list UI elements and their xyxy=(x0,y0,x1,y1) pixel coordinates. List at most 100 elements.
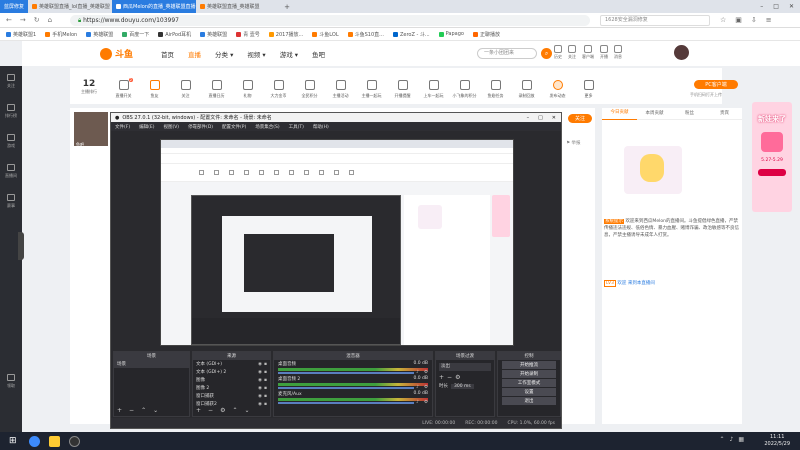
url-field[interactable]: 🔒︎ https://www.douyu.com/103997 xyxy=(70,15,590,26)
category-14[interactable]: 发布动态 xyxy=(542,79,573,99)
header-icon-1[interactable]: 关注 xyxy=(568,45,576,60)
lock-icon[interactable]: ▪ xyxy=(264,402,267,407)
tab-2[interactable]: 英雄联盟直播_英雄联盟 xyxy=(196,0,280,13)
speaker-icon[interactable]: ♪ xyxy=(416,400,419,405)
category-8[interactable]: 主播一起玩 xyxy=(356,79,387,99)
category-5[interactable]: 大力金币 xyxy=(263,79,294,99)
source-item[interactable]: 窗口捕获 ◉ ▪ xyxy=(193,392,270,400)
bookmark-item[interactable]: 英雄联盟 xyxy=(86,31,113,38)
forward-icon[interactable]: → xyxy=(20,16,26,24)
category-2[interactable]: 关注 xyxy=(170,79,201,99)
category-1[interactable]: 鱼友 xyxy=(139,79,170,99)
chat-tab-2[interactable]: 粉丝 xyxy=(672,108,707,120)
volume-slider[interactable] xyxy=(278,387,414,389)
extension-icon[interactable]: ▣ xyxy=(735,16,742,24)
eye-icon[interactable]: ◉ xyxy=(258,378,262,383)
up-icon[interactable]: ⌃ xyxy=(141,407,146,414)
nav-category[interactable]: 分类 ▾ xyxy=(215,49,233,59)
download-icon[interactable]: ⇩ xyxy=(751,16,757,24)
new-tab-button[interactable]: + xyxy=(280,0,294,13)
duration-input[interactable]: 300 ms xyxy=(451,383,474,389)
bookmark-item[interactable]: 斗鱼LOL xyxy=(312,31,339,38)
speaker-icon[interactable]: ♪ xyxy=(416,370,419,375)
eye-icon[interactable]: ◉ xyxy=(258,386,262,391)
add-icon[interactable]: + xyxy=(196,407,201,414)
windows-start-icon[interactable]: ⊞ xyxy=(9,436,20,447)
speaker-icon[interactable]: ♪ xyxy=(416,385,419,390)
refresh-icon[interactable]: ↻ xyxy=(34,16,40,24)
bookmark-item[interactable]: 正聊播放 xyxy=(472,31,500,38)
scene-item[interactable]: 场景 xyxy=(114,360,189,368)
nav-home[interactable]: 首页 xyxy=(161,49,174,59)
source-item[interactable]: 图像 ◉ ▪ xyxy=(193,376,270,384)
obs-menu-item[interactable]: 场景集合(S) xyxy=(255,124,279,130)
category-13[interactable]: 录制回放 xyxy=(511,79,542,99)
tab-0[interactable]: 英雄联盟直播_lol直播_英雄联盟 xyxy=(28,0,112,13)
close-icon[interactable]: ✕ xyxy=(552,115,556,121)
browser-logo[interactable]: 蓝屏修复 xyxy=(0,0,28,13)
browser-search-input[interactable]: 1628安全漏洞修复 xyxy=(600,15,710,26)
chat-tab-0[interactable]: 今日贡献 xyxy=(602,107,637,120)
category-10[interactable]: 上车一起玩 xyxy=(418,79,449,99)
sidebar-item-0[interactable]: 关注 xyxy=(0,66,22,96)
bookmark-item[interactable]: 英雄联盟1 xyxy=(6,31,36,38)
sidebar-collapse-handle[interactable] xyxy=(18,232,24,260)
bookmark-item[interactable]: Papago xyxy=(438,31,464,37)
category-3[interactable]: 直播日历 xyxy=(201,79,232,99)
category-4[interactable]: 礼物 xyxy=(232,79,263,99)
star-icon[interactable]: ☆ xyxy=(720,16,726,24)
category-6[interactable]: 全民积分 xyxy=(294,79,325,99)
avatar[interactable] xyxy=(674,45,689,60)
rank-widget[interactable]: 12 主播排行 xyxy=(70,79,108,95)
volume-icon[interactable]: ♪ xyxy=(729,436,733,443)
tab-1[interactable]: 西瓜Melon的直播_英雄联盟直播 xyxy=(112,0,196,13)
chevron-up-icon[interactable]: ⌃ xyxy=(719,436,724,443)
maximize-icon[interactable]: □ xyxy=(538,115,543,121)
obs-menu-item[interactable]: 编辑(E) xyxy=(139,124,154,130)
bookmark-item[interactable]: 斗鱼S10直... xyxy=(347,31,384,38)
clock[interactable]: 11:11 2022/5/29 xyxy=(764,434,790,448)
source-item[interactable]: 文本 (GDI+) ◉ ▪ xyxy=(193,360,270,368)
header-icon-2[interactable]: 客户端 xyxy=(582,45,594,60)
add-icon[interactable]: + xyxy=(439,374,444,381)
header-icon-0[interactable]: 历史 xyxy=(554,45,562,60)
bookmark-item[interactable]: 英雄联盟 xyxy=(200,31,227,38)
obs-menu-item[interactable]: 配置文件(P) xyxy=(222,124,246,130)
down-icon[interactable]: ⌄ xyxy=(244,407,249,414)
menu-icon[interactable]: ≡ xyxy=(766,16,772,24)
sidebar-item-1[interactable]: 排行榜 xyxy=(0,96,22,126)
control-button-2[interactable]: 工作室模式 xyxy=(502,379,556,387)
category-11[interactable]: 小飞象的积分 xyxy=(449,79,480,99)
nav-live[interactable]: 直播 xyxy=(188,49,201,59)
sidebar-item-4[interactable]: 赛事 xyxy=(0,186,22,216)
remove-icon[interactable]: − xyxy=(208,407,213,414)
browser-app-icon[interactable] xyxy=(29,435,40,447)
minimize-icon[interactable]: – xyxy=(527,115,530,121)
category-0[interactable]: 直播开关 2 xyxy=(108,77,139,99)
control-button-3[interactable]: 设置 xyxy=(502,388,556,396)
remove-icon[interactable]: − xyxy=(447,374,452,381)
bookmark-item[interactable]: 青 壹号 xyxy=(236,31,260,38)
bookmark-item[interactable]: ZeroZ - 斗... xyxy=(392,31,430,38)
category-7[interactable]: 主播活动 xyxy=(325,79,356,99)
source-item[interactable]: 文本 (GDI+) 2 ◉ ▪ xyxy=(193,368,270,376)
gear-icon[interactable]: ⚙ xyxy=(424,385,428,390)
file-explorer-icon[interactable] xyxy=(49,435,60,447)
gear-icon[interactable]: ⚙ xyxy=(424,400,428,405)
sidebar-item-2[interactable]: 游戏 xyxy=(0,126,22,156)
lock-icon[interactable]: ▪ xyxy=(264,378,267,383)
streamer-avatar[interactable] xyxy=(74,112,108,146)
minimize-icon[interactable]: – xyxy=(760,3,763,10)
obs-menu-item[interactable]: 帮助(H) xyxy=(313,124,329,130)
report-link[interactable]: ⚑ 举报 xyxy=(566,140,580,146)
search-icon[interactable]: ⌕ xyxy=(541,48,552,59)
volume-slider[interactable] xyxy=(278,372,414,374)
obs-preview[interactable] xyxy=(160,139,514,346)
gear-icon[interactable]: ⚙ xyxy=(424,370,428,375)
close-icon[interactable]: ✕ xyxy=(789,3,794,10)
control-button-0[interactable]: 开始推流 xyxy=(502,361,556,369)
category-12[interactable]: 鱼翅任务 xyxy=(480,79,511,99)
network-icon[interactable]: ▦ xyxy=(738,436,744,443)
bookmark-item[interactable]: 手机Melon xyxy=(45,31,77,38)
site-search-input[interactable]: 一条小团团来 xyxy=(477,48,537,59)
